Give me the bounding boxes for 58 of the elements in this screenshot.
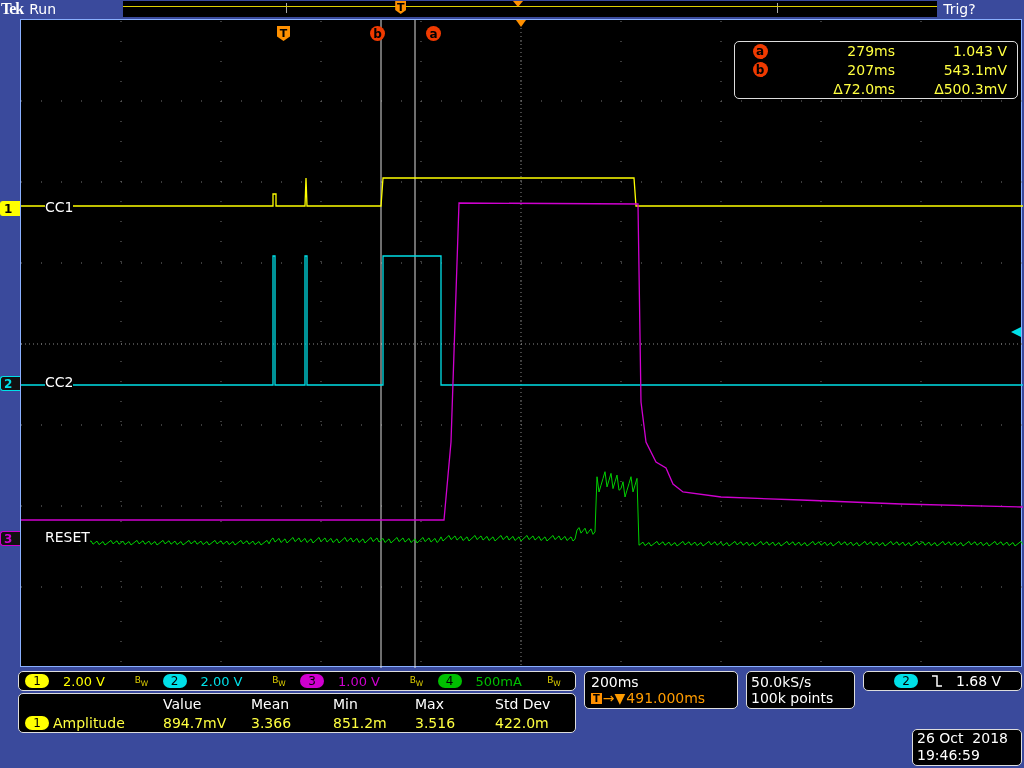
arrow-glyphs: →▼ — [602, 690, 626, 706]
record-trigger-marker: T — [395, 1, 407, 14]
scale-value: 2.00 V — [63, 673, 106, 689]
bandwidth-limit-label: B$_{W}$ — [547, 674, 562, 688]
channel-badge[interactable]: 3 — [300, 674, 324, 688]
measurement-value: 894.7mV — [163, 714, 228, 731]
trigger-position-marker: T — [277, 26, 290, 41]
trigger-level-icon — [1011, 327, 1021, 337]
channel-badge[interactable]: 2 — [162, 674, 187, 688]
channel-badge[interactable]: 1 — [25, 715, 49, 730]
cursor-marker: b — [370, 26, 385, 41]
measurement-value: 851.2m — [333, 714, 388, 731]
cursor-time: Δ72.0ms — [833, 80, 895, 97]
acquisition-state: Run — [29, 1, 58, 17]
bandwidth-limit-label: B$_{W}$ — [272, 674, 287, 688]
slope-icon — [932, 675, 942, 687]
sample-rate: 50.0kS/s — [751, 674, 813, 690]
trigger-position: 491.000ms — [626, 690, 706, 706]
channel-label: CC1 — [45, 200, 74, 215]
scale-value: 2.00 V — [200, 673, 244, 689]
bandwidth-limit-label: B$_{W}$ — [134, 674, 150, 688]
cursor-marker: a — [752, 43, 768, 59]
trigger-level: 1.68 V — [956, 673, 1002, 689]
time-text: 19:46:59 — [917, 747, 981, 764]
column-header: Max — [415, 695, 445, 712]
column-header: Min — [333, 695, 359, 712]
measurement-value: 422.0m — [495, 714, 550, 731]
column-header: Value — [163, 695, 203, 712]
cursor-time: 279ms — [847, 43, 895, 60]
bandwidth-limit-label: B$_{W}$ — [409, 674, 425, 688]
channel-marker[interactable]: 2 — [0, 376, 20, 391]
channel-marker[interactable]: 3 — [0, 531, 20, 546]
scale-value: 1.00 V — [338, 673, 381, 689]
channel-marker[interactable]: 1 — [0, 201, 20, 216]
channel-label: RESET — [45, 530, 90, 545]
time-scale: 200ms — [591, 674, 640, 690]
column-header: Std Dev — [495, 695, 552, 712]
cursor-value: 543.1mV — [943, 62, 1007, 78]
record-length: 100k points — [751, 690, 835, 706]
measurement-value: 3.516 — [415, 714, 457, 731]
trigger-position-marker: T — [591, 692, 602, 704]
cursor-marker: a — [426, 26, 441, 41]
brand-label: Tek — [1, 0, 24, 18]
measurement-value: 3.366 — [251, 714, 293, 731]
column-header: Mean — [251, 695, 291, 712]
measurement-name: Amplitude — [53, 714, 125, 731]
date-text: 26 Oct 2018 — [917, 730, 1009, 747]
channel-label: CC2 — [45, 375, 74, 390]
cursor-time: 207ms — [847, 62, 895, 78]
cursor-value: Δ500.3mV — [934, 80, 1007, 97]
channel-badge[interactable]: 4 — [437, 674, 462, 688]
cursor-value: 1.043 V — [952, 43, 1007, 60]
trigger-status: Trig? — [943, 1, 976, 17]
cursor-marker: b — [752, 62, 768, 78]
scale-value: 500mA — [475, 673, 523, 689]
channel-badge[interactable]: 1 — [25, 674, 49, 688]
trigger-point-icon — [516, 20, 526, 27]
channel-badge[interactable]: 2 — [894, 674, 918, 688]
